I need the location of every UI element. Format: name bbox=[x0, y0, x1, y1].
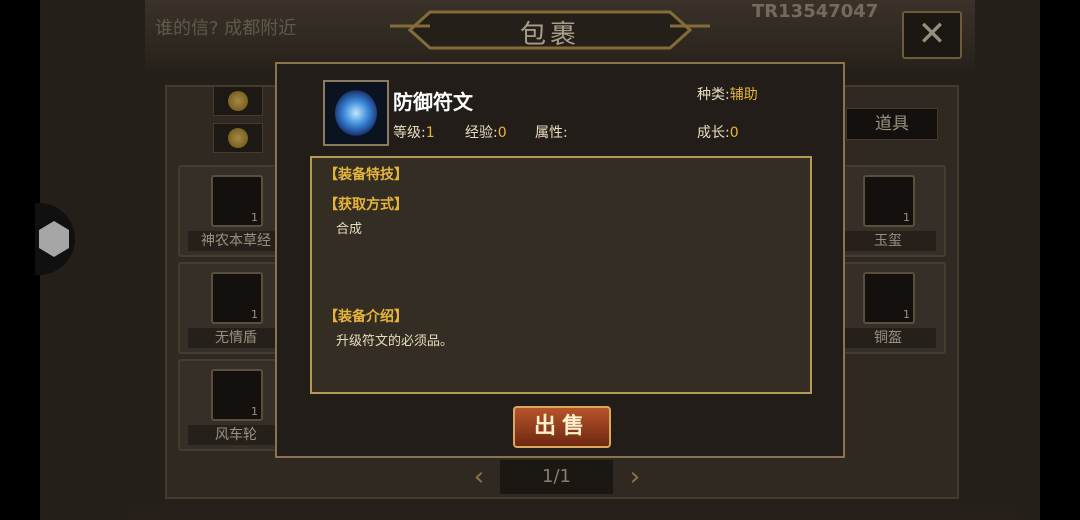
info-box: 【装备特技】 【获取方式】 合成 【装备介绍】 升级符文的必须品。 bbox=[310, 156, 812, 394]
source-text: 合成 bbox=[336, 222, 363, 237]
level-value: 1 bbox=[425, 125, 435, 141]
sell-button[interactable]: 出售 bbox=[513, 406, 611, 448]
section-source-heading: 【获取方式】 bbox=[324, 197, 408, 213]
section-desc-heading: 【装备介绍】 bbox=[324, 309, 408, 325]
level-label: 等级:1 bbox=[393, 125, 435, 141]
growth-label: 成长:0 bbox=[697, 125, 739, 141]
desc-text: 升级符文的必须品。 bbox=[336, 334, 454, 349]
exp-value: 0 bbox=[497, 125, 507, 141]
attr-label: 属性: bbox=[535, 125, 568, 141]
growth-value: 0 bbox=[729, 125, 739, 141]
rune-icon bbox=[323, 80, 389, 146]
type-label: 种类:辅助 bbox=[697, 87, 758, 103]
item-title: 防御符文 bbox=[393, 90, 473, 114]
item-detail-dialog: 防御符文 等级:1 经验:0 属性: 种类:辅助 成长:0 【装备特技】 【获取… bbox=[275, 62, 845, 458]
exp-label: 经验:0 bbox=[465, 125, 507, 141]
type-value: 辅助 bbox=[729, 87, 758, 103]
section-skill-heading: 【装备特技】 bbox=[324, 167, 408, 183]
